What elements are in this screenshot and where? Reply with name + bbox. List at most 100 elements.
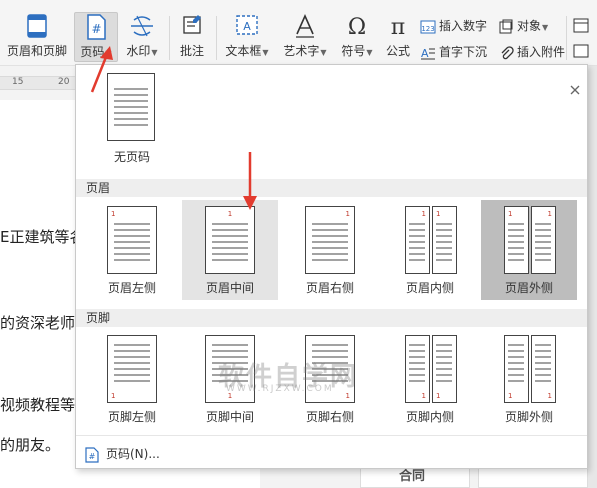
ruler-tick: 15 (12, 77, 24, 87)
svg-text:1: 1 (508, 210, 512, 218)
insert-attachment-button[interactable]: 插入附件 (498, 42, 565, 62)
ribbon-toolbar: 页眉和页脚 # 页码▼ 水印▼ 批注 A 文本框▼ 艺术字▼ Ω 符号▼ π 公… (0, 0, 597, 66)
document-text-line: E正建筑等名 (0, 228, 85, 246)
footer-center-label: 页脚中间 (205, 410, 254, 424)
number-icon: 123 (420, 20, 436, 33)
page-thumbnail-icon: 1 (107, 206, 157, 274)
omega-icon: Ω (348, 15, 366, 40)
svg-text:1: 1 (422, 392, 426, 400)
footer-left-label: 页脚左侧 (107, 410, 156, 424)
svg-text:1: 1 (346, 392, 350, 400)
svg-text:1: 1 (436, 392, 440, 400)
drop-cap-button[interactable]: A 首字下沉 (420, 42, 487, 62)
header-left-label: 页眉左侧 (107, 281, 156, 295)
drop-cap-icon: A (421, 47, 435, 60)
footer-outside-label: 页脚外侧 (504, 410, 553, 424)
chevron-down-icon: ▼ (262, 48, 269, 57)
header-outside-label: 页眉外侧 (504, 281, 553, 295)
page-number-icon: # (85, 446, 99, 463)
header-left-option[interactable]: 1 页眉左侧 (84, 200, 180, 300)
footer-outside-option[interactable]: 1 1 页脚外侧 (481, 329, 577, 429)
svg-text:1: 1 (548, 210, 552, 218)
toolbar-divider (216, 16, 217, 60)
header-right-label: 页眉右侧 (305, 281, 354, 295)
formula-button[interactable]: π 公式 (382, 12, 414, 62)
watermark-label: 水印 (126, 44, 151, 58)
page-thumbnail-icon (107, 73, 155, 141)
svg-text:1: 1 (111, 210, 115, 218)
watermark-icon (131, 15, 153, 37)
svg-text:#: # (89, 452, 96, 461)
two-page-thumbnail-icon: 1 1 (405, 335, 457, 403)
svg-text:π: π (391, 15, 405, 40)
footer-inside-option[interactable]: 1 1 页脚内侧 (382, 329, 478, 429)
footer-inside-label: 页脚内侧 (405, 410, 454, 424)
chevron-down-icon: ▼ (320, 48, 327, 57)
page-number-settings-item[interactable]: # 页码(N)... (84, 443, 160, 465)
object-icon (499, 19, 513, 33)
annotation-icon (183, 15, 201, 34)
wordart-button[interactable]: 艺术字▼ (280, 12, 330, 62)
textbox-small-icon[interactable] (572, 42, 590, 63)
page-number-icon: # (87, 14, 106, 40)
svg-text:1: 1 (436, 210, 440, 218)
two-page-thumbnail-icon: 1 1 (504, 206, 556, 274)
paperclip-icon (501, 45, 514, 59)
toolbar-divider (566, 16, 567, 60)
header-center-option[interactable]: 1 页眉中间 (182, 200, 278, 300)
page-thumbnail-icon: 1 (107, 335, 157, 403)
two-page-thumbnail-icon: 1 1 (405, 206, 457, 274)
wordart-icon (296, 14, 314, 38)
svg-text:A: A (243, 20, 251, 33)
header-footer-label: 页眉和页脚 (6, 44, 67, 58)
no-page-number-label: 无页码 (113, 150, 150, 164)
wordart-label: 艺术字 (283, 44, 320, 58)
watermark-button[interactable]: 水印▼ (122, 12, 162, 62)
document-text-line: 视频教程等 (0, 396, 76, 414)
two-page-thumbnail-icon: 1 1 (504, 335, 556, 403)
drop-cap-label: 首字下沉 (439, 45, 488, 59)
formula-label: 公式 (385, 44, 410, 58)
header-outside-option[interactable]: 1 1 页眉外侧 (481, 200, 577, 300)
svg-text:1: 1 (422, 210, 426, 218)
object-button[interactable]: 对象▼ (498, 16, 548, 36)
header-section-heading: 页眉 (76, 179, 587, 197)
header-right-option[interactable]: 1 页眉右侧 (282, 200, 378, 300)
calendar-icon[interactable] (572, 16, 590, 37)
symbol-button[interactable]: Ω 符号▼ (338, 12, 376, 62)
header-center-label: 页眉中间 (205, 281, 254, 295)
svg-text:#: # (91, 22, 101, 36)
watermark-subtext: WWW.RJZXW.COM (226, 384, 334, 394)
chevron-down-icon: ▼ (151, 48, 158, 57)
header-inside-label: 页眉内侧 (405, 281, 454, 295)
textbox-button[interactable]: A 文本框▼ (222, 12, 272, 62)
svg-text:1: 1 (548, 392, 552, 400)
header-footer-icon (27, 14, 47, 38)
symbol-label: 符号 (341, 44, 366, 58)
toolbar-divider (169, 16, 170, 60)
document-text-line: 的朋友。 (0, 436, 61, 454)
insert-number-label: 插入数字 (439, 19, 488, 33)
horizontal-ruler: 15 20 (0, 76, 80, 90)
page-number-button[interactable]: # 页码▼ (74, 12, 118, 62)
right-pane (588, 66, 597, 488)
svg-text:A: A (421, 47, 429, 60)
page-number-dropdown: 无页码 页眉 1 页眉左侧 1 页眉中间 1 页眉右侧 1 1 页眉内侧 1 1… (75, 64, 588, 469)
footer-left-option[interactable]: 1 页脚左侧 (84, 329, 180, 429)
page-number-label: 页码 (80, 45, 105, 59)
header-inside-option[interactable]: 1 1 页眉内侧 (382, 200, 478, 300)
chevron-down-icon: ▼ (542, 23, 549, 32)
page-number-settings-label: 页码(N)... (106, 447, 160, 461)
menu-divider (76, 435, 587, 436)
footer-section-heading: 页脚 (76, 309, 587, 327)
page-thumbnail-icon: 1 (205, 206, 255, 274)
svg-text:1: 1 (346, 210, 350, 218)
insert-number-button[interactable]: 123 插入数字 (420, 16, 487, 36)
close-icon[interactable] (568, 83, 582, 97)
svg-text:1: 1 (111, 392, 115, 400)
no-page-number-option[interactable]: 无页码 (84, 67, 180, 171)
header-footer-button[interactable]: 页眉和页脚 (4, 12, 70, 62)
object-label: 对象 (517, 19, 542, 33)
textbox-label: 文本框 (225, 44, 262, 58)
annotation-button[interactable]: 批注 (174, 12, 210, 62)
